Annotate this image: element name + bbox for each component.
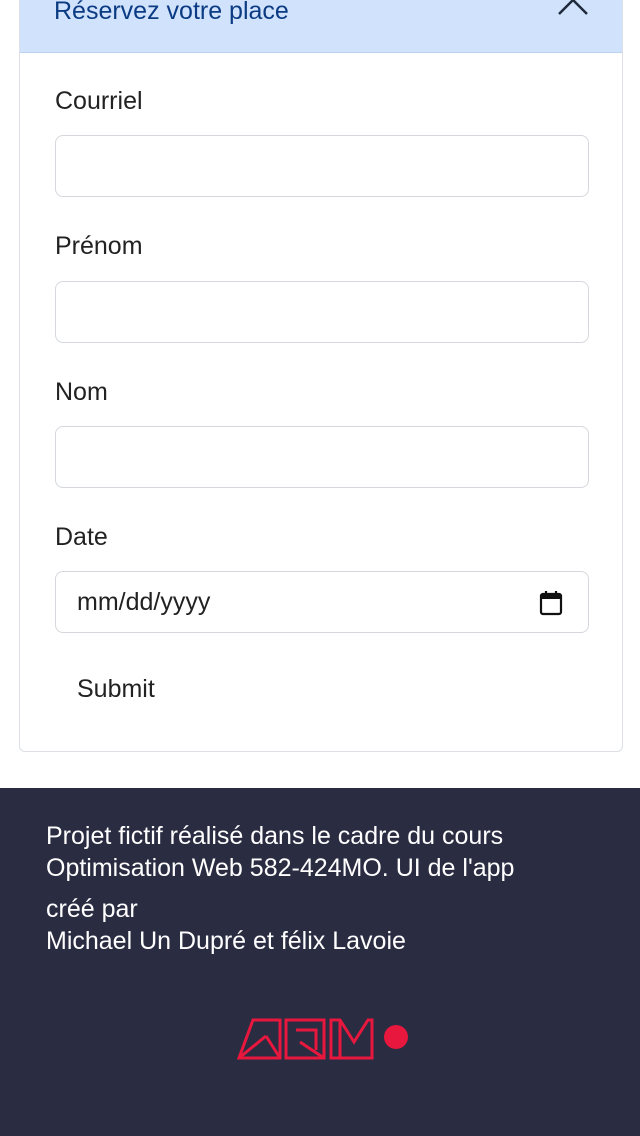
submit-button[interactable]: Submit bbox=[60, 669, 172, 709]
accordion-header[interactable]: Réservez votre place bbox=[20, 0, 622, 53]
chevron-up-icon[interactable] bbox=[556, 0, 590, 17]
footer-line-2: Optimisation Web 582-424MO. UI de l'app bbox=[46, 854, 515, 882]
accordion-title: Réservez votre place bbox=[54, 0, 289, 25]
footer-line-4: Michael Un Dupré et félix Lavoie bbox=[46, 927, 406, 955]
last-name-field[interactable] bbox=[55, 426, 589, 488]
date-field[interactable]: mm/dd/yyyy bbox=[55, 571, 589, 633]
calendar-icon[interactable] bbox=[539, 590, 563, 616]
reservation-card: Réservez votre place Courriel Prénom Nom… bbox=[19, 0, 623, 752]
first-name-field[interactable] bbox=[55, 281, 589, 343]
email-label: Courriel bbox=[55, 87, 143, 115]
date-placeholder: mm/dd/yyyy bbox=[77, 588, 211, 616]
last-name-label: Nom bbox=[55, 378, 108, 406]
page: Réservez votre place Courriel Prénom Nom… bbox=[0, 0, 640, 1136]
footer-line-3: créé par bbox=[46, 895, 138, 923]
aqm-logo bbox=[236, 1018, 408, 1060]
first-name-label: Prénom bbox=[55, 232, 143, 260]
email-field[interactable] bbox=[55, 135, 589, 197]
footer-line-1: Projet fictif réalisé dans le cadre du c… bbox=[46, 822, 504, 850]
footer: Projet fictif réalisé dans le cadre du c… bbox=[0, 788, 640, 1136]
date-label: Date bbox=[55, 523, 108, 551]
